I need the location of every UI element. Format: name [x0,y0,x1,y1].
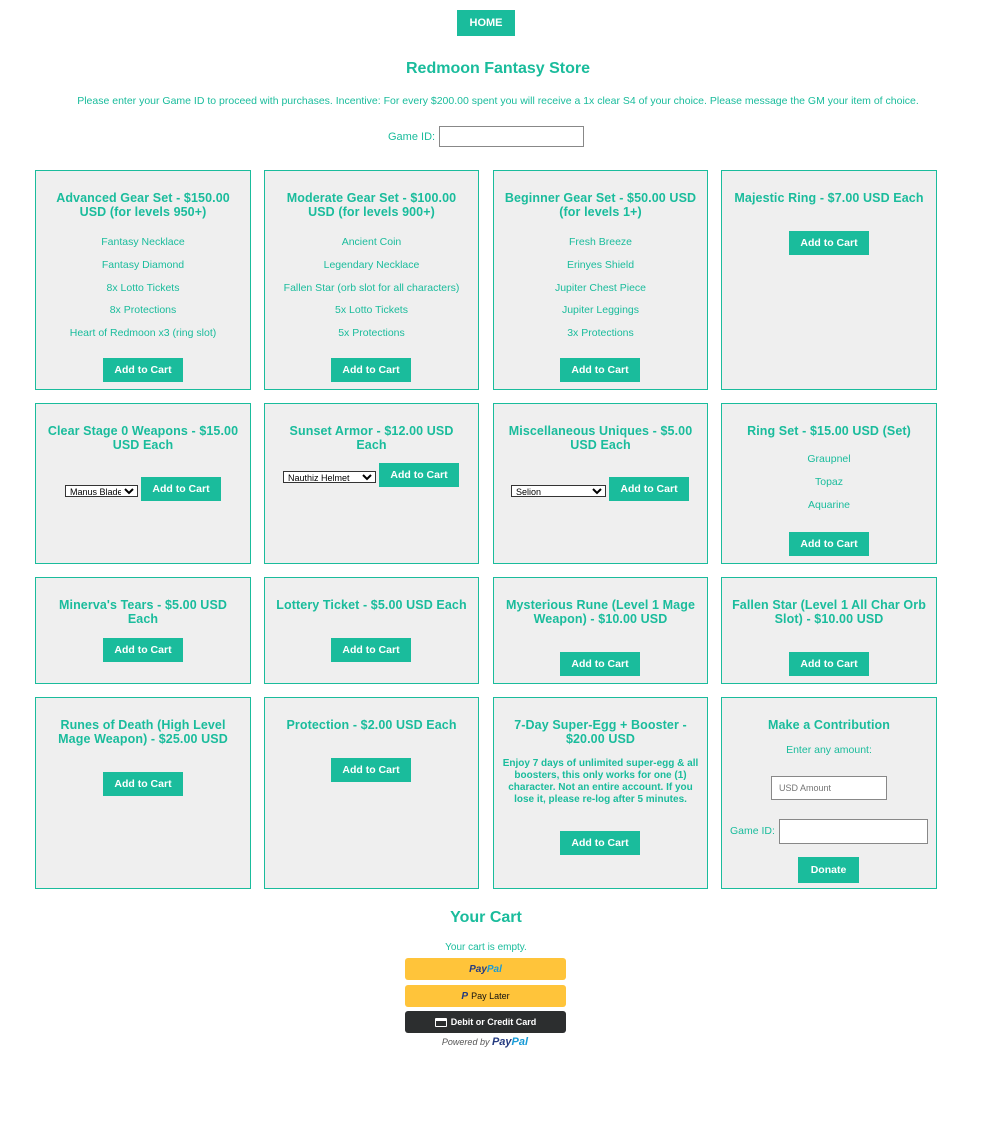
credit-card-icon [434,1017,447,1027]
card-title: Sunset Armor - $12.00 USD Each [289,424,454,452]
contribution-gameid-input[interactable] [779,819,928,844]
card-label: Debit or Credit Card [450,1017,537,1027]
add-to-cart-button[interactable]: Add to Cart [789,652,869,676]
list-item: 8x Lotto Tickets [106,281,180,294]
add-to-cart-button[interactable]: Add to Cart [141,477,221,501]
list-item: Legendary Necklace [323,258,420,271]
add-to-cart-button[interactable]: Add to Cart [331,358,411,382]
card-title: Advanced Gear Set - $150.00 USD (for lev… [56,191,230,219]
item-list: Ancient Coin Legendary Necklace Fallen S… [265,231,478,345]
armor-select[interactable]: Nauthiz Helmet [283,471,376,483]
product-card-beginner-gear: Beginner Gear Set - $50.00 USD (for leve… [493,170,708,390]
card-title: Moderate Gear Set - $100.00 USD (for lev… [286,191,457,219]
product-card-runes-of-death: Runes of Death (High Level Mage Weapon) … [35,697,251,889]
paypal-p-icon: P [461,990,469,1002]
add-to-cart-button[interactable]: Add to Cart [103,358,183,382]
product-card-misc-uniques: Miscellaneous Uniques - $5.00 USD Each S… [493,403,708,564]
add-to-cart-button[interactable]: Add to Cart [789,231,869,255]
contribution-subtitle: Enter any amount: [786,744,872,756]
list-item: Jupiter Leggings [561,304,640,317]
list-item: Fantasy Diamond [101,258,185,271]
add-to-cart-button[interactable]: Add to Cart [103,638,183,662]
card-title: Lottery Ticket - $5.00 USD Each [276,598,467,612]
list-item: Fresh Breeze [568,236,633,248]
product-card-sunset-armor: Sunset Armor - $12.00 USD Each Nauthiz H… [264,403,479,564]
cart-empty-text: Your cart is empty. [445,942,527,953]
pay-later-label: Pay Later [471,991,510,1001]
list-item: 8x Protections [109,304,177,317]
add-to-cart-button[interactable]: Add to Cart [103,772,183,796]
item-list: Fresh Breeze Erinyes Shield Jupiter Ches… [494,231,707,345]
powered-by: Powered by PayPal [0,1036,970,1048]
list-item: Erinyes Shield [566,258,635,271]
card-title: Fallen Star (Level 1 All Char Orb Slot) … [732,598,926,626]
donate-button[interactable]: Donate [798,857,859,883]
product-card-minervas-tears: Minerva's Tears - $5.00 USD Each Add to … [35,577,251,684]
add-to-cart-button[interactable]: Add to Cart [560,831,640,855]
usd-amount-input[interactable] [771,776,887,800]
product-card-lottery-ticket: Lottery Ticket - $5.00 USD Each Add to C… [264,577,479,684]
card-title: Miscellaneous Uniques - $5.00 USD Each [508,424,693,452]
list-item: Fantasy Necklace [101,236,185,248]
card-title: Ring Set - $15.00 USD (Set) [747,424,911,438]
add-to-cart-button[interactable]: Add to Cart [379,463,459,487]
card-title: Make a Contribution [767,718,891,732]
list-item: Aquarine [807,498,851,511]
add-to-cart-button[interactable]: Add to Cart [609,477,689,501]
card-title: 7-Day Super-Egg + Booster - $20.00 USD [514,718,687,746]
list-item: Heart of Redmoon x3 (ring slot) [69,327,217,340]
list-item: 5x Lotto Tickets [335,304,408,317]
product-card-super-egg: 7-Day Super-Egg + Booster - $20.00 USD E… [493,697,708,889]
cart-title: Your Cart [450,909,522,926]
product-card-fallen-star: Fallen Star (Level 1 All Char Orb Slot) … [721,577,937,684]
paypal-footer-logo: PayPal [491,1036,529,1048]
paypal-logo: PayPal [469,963,502,975]
list-item: Ancient Coin [341,236,402,248]
page-title: Redmoon Fantasy Store [405,60,591,77]
product-description: Enjoy 7 days of unlimited super-egg & al… [502,758,699,805]
gameid-label: Game ID: [388,130,436,143]
product-card-ring-set: Ring Set - $15.00 USD (Set) Graupnel Top… [721,403,937,564]
debit-credit-card-button[interactable]: Debit or Credit Card [405,1011,566,1033]
product-card-protection: Protection - $2.00 USD Each Add to Cart [264,697,479,889]
card-title: Beginner Gear Set - $50.00 USD (for leve… [504,191,697,219]
pay-later-button[interactable]: P Pay Later [405,985,566,1007]
card-title: Runes of Death (High Level Mage Weapon) … [58,718,228,746]
paypal-button[interactable]: PayPal [405,958,566,980]
home-button[interactable]: HOME [457,10,515,36]
list-item: 5x Protections [338,327,405,340]
unique-select[interactable]: Selion [511,485,606,497]
card-title: Protection - $2.00 USD Each [286,718,457,732]
item-list: Graupnel Topaz Aquarine [722,448,936,516]
list-item: 3x Protections [567,327,634,340]
list-item: Topaz [814,475,844,488]
list-item: Fallen Star (orb slot for all characters… [283,281,460,294]
product-card-majestic-ring: Majestic Ring - $7.00 USD Each Add to Ca… [721,170,937,390]
card-title: Mysterious Rune (Level 1 Mage Weapon) - … [505,598,696,626]
add-to-cart-button[interactable]: Add to Cart [560,652,640,676]
gameid-row: Game ID: [388,126,585,147]
product-card-advanced-gear: Advanced Gear Set - $150.00 USD (for lev… [35,170,251,390]
contribution-gameid-label: Game ID: [730,825,775,837]
add-to-cart-button[interactable]: Add to Cart [331,758,411,782]
gameid-input[interactable] [439,126,585,147]
product-card-moderate-gear: Moderate Gear Set - $100.00 USD (for lev… [264,170,479,390]
product-card-mysterious-rune: Mysterious Rune (Level 1 Mage Weapon) - … [493,577,708,684]
card-title: Clear Stage 0 Weapons - $15.00 USD Each [47,424,239,452]
add-to-cart-button[interactable]: Add to Cart [331,638,411,662]
list-item: Graupnel [807,453,851,465]
product-card-clear-stage-weapons: Clear Stage 0 Weapons - $15.00 USD Each … [35,403,251,564]
card-title: Minerva's Tears - $5.00 USD Each [58,598,228,626]
list-item: Jupiter Chest Piece [554,281,647,294]
add-to-cart-button[interactable]: Add to Cart [560,358,640,382]
purchase-notice: Please enter your Game ID to proceed wit… [77,95,919,107]
card-title: Majestic Ring - $7.00 USD Each [734,191,924,205]
contribution-card: Make a Contribution Enter any amount: Ga… [721,697,937,889]
add-to-cart-button[interactable]: Add to Cart [789,532,869,556]
powered-by-text: Powered by [441,1037,490,1047]
weapon-select[interactable]: Manus Blade [65,485,138,497]
item-list: Fantasy Necklace Fantasy Diamond 8x Lott… [36,231,250,345]
